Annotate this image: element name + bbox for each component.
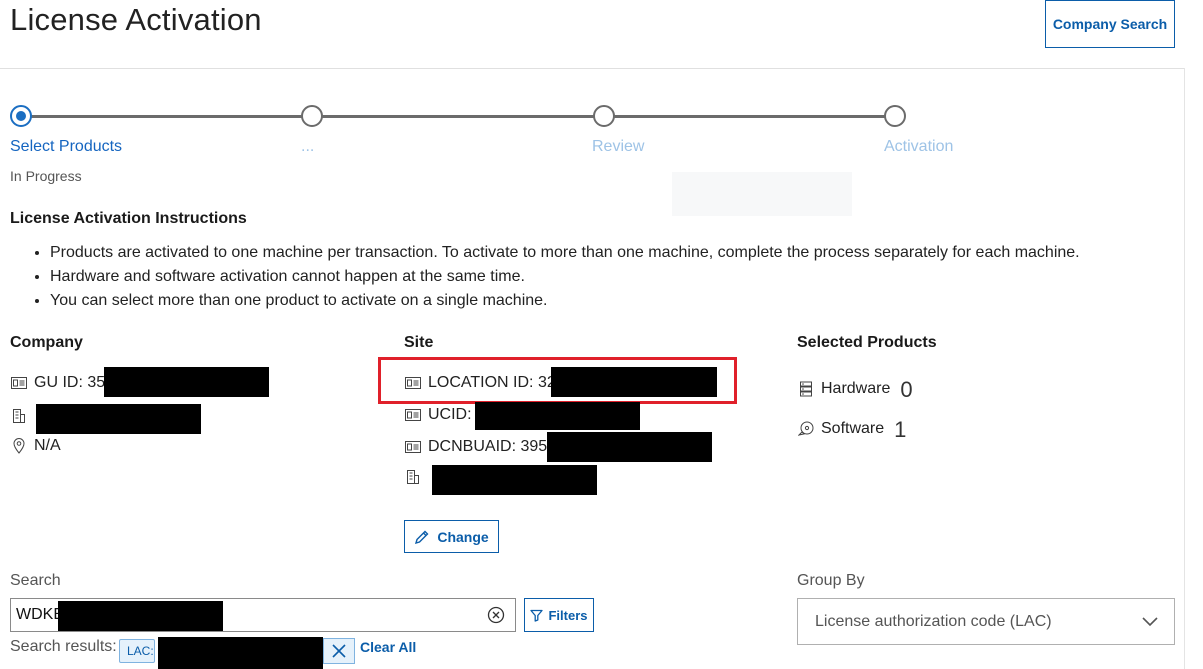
redacted-block xyxy=(475,402,640,430)
hardware-count: 0 xyxy=(900,377,913,402)
header-divider xyxy=(0,68,1184,69)
company-location: N/A xyxy=(10,437,61,455)
redacted-block xyxy=(58,601,223,631)
software-count: 1 xyxy=(894,417,907,442)
step-connector xyxy=(614,115,886,118)
page-title: License Activation xyxy=(10,2,262,37)
company-building xyxy=(10,407,34,425)
instruction-item: Products are activated to one machine pe… xyxy=(50,241,1080,265)
site-title: Site xyxy=(404,334,434,351)
id-card-icon xyxy=(404,406,422,424)
step-activation-indicator[interactable] xyxy=(884,105,906,127)
clear-search-icon[interactable] xyxy=(487,606,505,624)
company-search-button[interactable]: Company Search xyxy=(1045,0,1175,48)
chip-remove-button[interactable] xyxy=(323,638,355,664)
step-select-products-label[interactable]: Select Products xyxy=(10,138,122,156)
redacted-block xyxy=(432,465,597,495)
site-dcnbuaid: DCNBUAID: 3956 xyxy=(404,438,556,456)
faint-placeholder xyxy=(672,172,852,216)
selected-products-title: Selected Products xyxy=(797,334,937,351)
lac-filter-chip[interactable]: LAC: xyxy=(119,639,155,663)
group-by-value: License authorization code (LAC) xyxy=(815,612,1052,630)
location-text: N/A xyxy=(34,437,61,454)
site-ucid: UCID: xyxy=(404,406,472,424)
gu-id-text: GU ID: 35 xyxy=(34,374,106,391)
software-disc-icon xyxy=(797,420,815,438)
pencil-icon xyxy=(415,530,429,544)
step-activation-label[interactable]: Activation xyxy=(884,138,953,156)
instructions-title: License Activation Instructions xyxy=(10,210,247,227)
instruction-item: You can select more than one product to … xyxy=(50,289,1080,313)
hardware-label: Hardware xyxy=(821,380,891,397)
scroll-edge xyxy=(1184,68,1185,669)
step-select-products-indicator[interactable] xyxy=(10,105,32,127)
ucid-text: UCID: xyxy=(428,406,472,423)
building-icon xyxy=(10,407,28,425)
redacted-block xyxy=(158,637,323,669)
company-title: Company xyxy=(10,334,83,351)
location-id-highlight xyxy=(378,357,737,404)
search-label: Search xyxy=(10,572,61,589)
step-review-label[interactable]: Review xyxy=(592,138,644,156)
server-icon xyxy=(797,380,815,398)
redacted-block xyxy=(104,367,269,397)
selected-hardware: Hardware 0 xyxy=(797,376,913,402)
step-connector xyxy=(322,115,595,118)
filters-button[interactable]: Filters xyxy=(524,598,594,632)
software-label: Software xyxy=(821,420,885,437)
step-status: In Progress xyxy=(10,168,82,184)
close-icon xyxy=(332,644,346,658)
map-pin-icon xyxy=(10,437,28,455)
step-2-indicator[interactable] xyxy=(301,105,323,127)
search-results-label: Search results: xyxy=(10,638,117,655)
change-label: Change xyxy=(437,528,489,545)
chip-label: LAC: xyxy=(127,644,154,658)
group-by-select[interactable]: License authorization code (LAC) xyxy=(797,598,1175,645)
id-card-icon xyxy=(10,374,28,392)
site-building xyxy=(404,468,428,486)
step-2-label[interactable]: ... xyxy=(301,138,314,156)
instructions-list: Products are activated to one machine pe… xyxy=(50,241,1080,313)
change-site-button[interactable]: Change xyxy=(404,520,499,553)
redacted-block xyxy=(547,432,712,462)
step-connector xyxy=(31,115,303,118)
dcnbuaid-text: DCNBUAID: 3956 xyxy=(428,438,557,455)
id-card-icon xyxy=(404,438,422,456)
company-gu-id: GU ID: 35 xyxy=(10,374,105,392)
instruction-item: Hardware and software activation cannot … xyxy=(50,265,1080,289)
clear-all-link[interactable]: Clear All xyxy=(360,639,416,655)
chevron-down-icon xyxy=(1142,617,1158,627)
selected-software: Software 1 xyxy=(797,416,906,442)
group-by-label: Group By xyxy=(797,572,865,589)
funnel-icon xyxy=(530,609,544,622)
step-review-indicator[interactable] xyxy=(593,105,615,127)
filters-label: Filters xyxy=(548,607,588,623)
redacted-block xyxy=(36,404,201,434)
building-icon xyxy=(404,468,422,486)
